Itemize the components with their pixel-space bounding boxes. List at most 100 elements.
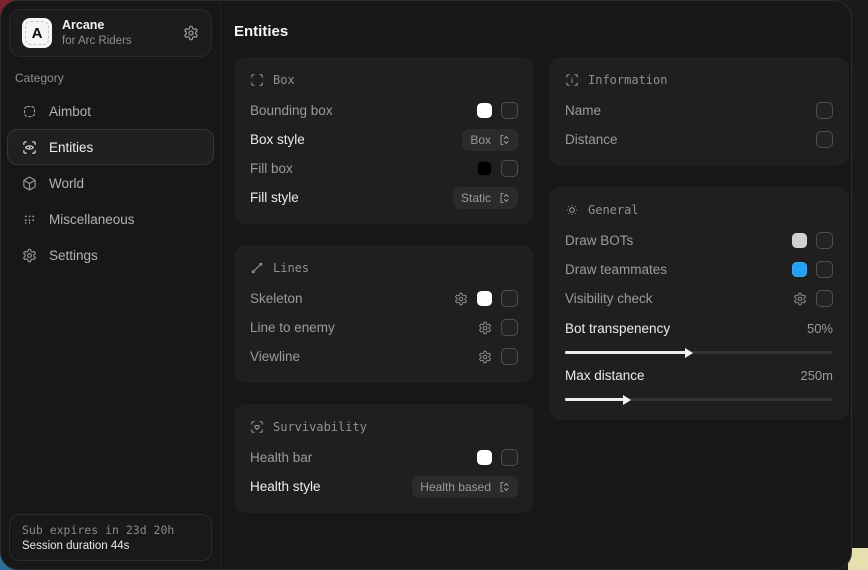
gear-icon[interactable]	[478, 321, 492, 335]
session-duration-text: Session duration 44s	[22, 540, 199, 552]
box-style-dropdown[interactable]: Box	[462, 129, 518, 151]
information-card-header: Information	[565, 69, 833, 91]
sidebar-item-label: Aimbot	[49, 104, 91, 119]
dashed-crosshair-icon	[22, 104, 37, 119]
setting-row: Name	[565, 96, 833, 125]
checkbox[interactable]	[816, 102, 833, 119]
checkbox[interactable]	[816, 261, 833, 278]
sidebar-item-label: World	[49, 176, 84, 191]
chevron-up-down-icon	[498, 481, 510, 493]
sidebar-nav: Aimbot Entities World Miscellaneous	[1, 93, 220, 273]
page-title: Entities	[234, 23, 851, 40]
health-style-dropdown[interactable]: Health based	[412, 476, 518, 498]
app-subtitle: for Arc Riders	[62, 34, 132, 48]
color-swatch[interactable]	[477, 450, 492, 465]
color-swatch[interactable]	[477, 103, 492, 118]
row-label: Health style	[250, 479, 321, 494]
app-meta: Arcane for Arc Riders	[62, 18, 132, 48]
checkbox[interactable]	[816, 232, 833, 249]
general-card-header: General	[565, 199, 833, 221]
fill-style-dropdown[interactable]: Static	[453, 187, 518, 209]
setting-row: Health style Health based	[250, 472, 518, 501]
checkbox[interactable]	[501, 160, 518, 177]
row-label: Visibility check	[565, 291, 653, 306]
dots-grid-icon	[22, 212, 37, 227]
app-window: A Arcane for Arc Riders Category Aimbot	[0, 0, 852, 570]
scan-heart-icon	[250, 420, 264, 434]
sidebar-item-entities[interactable]: Entities	[7, 129, 214, 165]
bot-transparency-slider-group: Bot transpenency 50%	[565, 314, 833, 354]
survivability-card: Survivability Health bar Health style	[234, 404, 534, 513]
information-card: Information Name Distance	[549, 57, 849, 166]
setting-row: Fill style Static	[250, 183, 518, 212]
slider-track[interactable]	[565, 351, 833, 354]
general-card: General Draw BOTs Draw teammates	[549, 187, 849, 420]
row-label: Distance	[565, 132, 618, 147]
setting-row: Viewline	[250, 342, 518, 371]
row-label: Draw teammates	[565, 262, 667, 277]
setting-row: Bounding box	[250, 96, 518, 125]
color-swatch[interactable]	[477, 161, 492, 176]
checkbox[interactable]	[501, 290, 518, 307]
color-swatch[interactable]	[477, 291, 492, 306]
cube-icon	[22, 176, 37, 191]
sub-expires-text: Sub expires in 23d 20h	[22, 523, 199, 537]
card-title: General	[588, 203, 639, 217]
row-label: Box style	[250, 132, 305, 147]
slider-label-row: Max distance 250m	[565, 361, 833, 390]
sidebar-item-label: Miscellaneous	[49, 212, 135, 227]
app-name: Arcane	[62, 18, 132, 34]
checkbox[interactable]	[816, 290, 833, 307]
sidebar-item-aimbot[interactable]: Aimbot	[7, 93, 214, 129]
sidebar-item-miscellaneous[interactable]: Miscellaneous	[7, 201, 214, 237]
setting-row: Fill box	[250, 154, 518, 183]
row-label: Health bar	[250, 450, 312, 465]
subscription-box: Sub expires in 23d 20h Session duration …	[9, 514, 212, 561]
row-label: Viewline	[250, 349, 300, 364]
app-logo: A	[22, 18, 52, 48]
slider-thumb[interactable]	[685, 348, 693, 358]
sidebar: A Arcane for Arc Riders Category Aimbot	[1, 1, 221, 569]
row-label: Bounding box	[250, 103, 333, 118]
checkbox[interactable]	[501, 449, 518, 466]
box-card-header: Box	[250, 69, 518, 91]
slider-thumb[interactable]	[623, 395, 631, 405]
sidebar-item-world[interactable]: World	[7, 165, 214, 201]
color-swatch[interactable]	[792, 233, 807, 248]
box-card: Box Bounding box Box style Box	[234, 57, 534, 224]
row-label: Skeleton	[250, 291, 303, 306]
gear-icon[interactable]	[183, 25, 199, 41]
card-title: Lines	[273, 261, 309, 275]
setting-row: Line to enemy	[250, 313, 518, 342]
diagonal-line-icon	[250, 261, 264, 275]
dropdown-value: Health based	[420, 480, 491, 494]
gear-icon[interactable]	[478, 350, 492, 364]
dropdown-value: Static	[461, 191, 491, 205]
setting-row: Skeleton	[250, 284, 518, 313]
checkbox[interactable]	[501, 319, 518, 336]
slider-label-row: Bot transpenency 50%	[565, 314, 833, 343]
setting-row: Box style Box	[250, 125, 518, 154]
max-distance-slider-group: Max distance 250m	[565, 361, 833, 401]
color-swatch[interactable]	[792, 262, 807, 277]
scan-brackets-icon	[250, 73, 264, 87]
card-title: Information	[588, 73, 667, 87]
slider-track[interactable]	[565, 398, 833, 401]
slider-fill	[565, 398, 624, 401]
app-header: A Arcane for Arc Riders	[9, 9, 212, 57]
slider-value: 250m	[800, 368, 833, 383]
checkbox[interactable]	[501, 348, 518, 365]
checkbox[interactable]	[501, 102, 518, 119]
setting-row: Draw BOTs	[565, 226, 833, 255]
gear-icon	[22, 248, 37, 263]
scan-info-icon	[565, 73, 579, 87]
row-label: Fill style	[250, 190, 299, 205]
sidebar-item-settings[interactable]: Settings	[7, 237, 214, 273]
gear-icon[interactable]	[454, 292, 468, 306]
category-label: Category	[15, 71, 220, 85]
dropdown-value: Box	[470, 133, 491, 147]
checkbox[interactable]	[816, 131, 833, 148]
gear-icon[interactable]	[793, 292, 807, 306]
setting-row: Draw teammates	[565, 255, 833, 284]
right-column: Information Name Distance	[549, 57, 849, 420]
